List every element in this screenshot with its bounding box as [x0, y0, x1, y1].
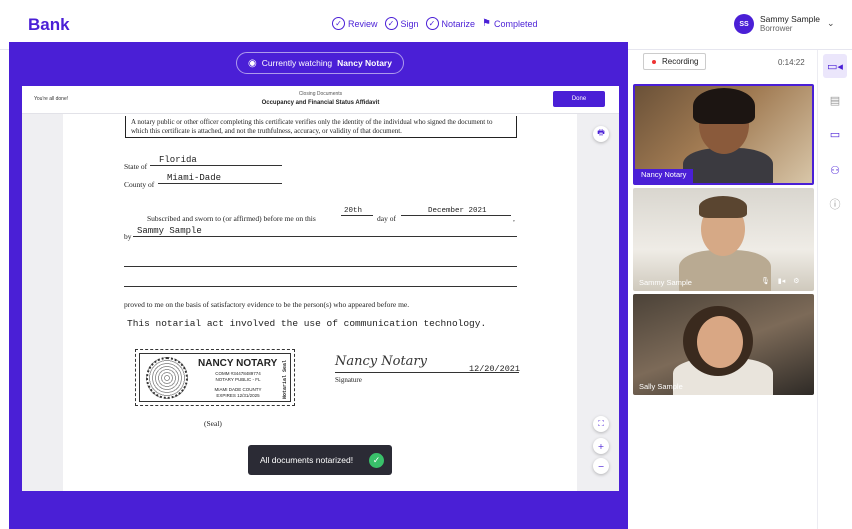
- recording-label: Recording: [662, 57, 699, 66]
- user-menu[interactable]: SS Sammy Sample Borrower: [734, 14, 820, 34]
- state-label: State of: [124, 162, 148, 171]
- info-icon[interactable]: ⓘ: [823, 192, 847, 216]
- signature-label: Signature: [335, 376, 362, 384]
- blank-line: [124, 286, 517, 287]
- step-notarize[interactable]: ✓ Notarize: [425, 17, 476, 30]
- self-video-controls: 🎙 ▮◂ ⚙: [761, 277, 800, 285]
- step-completed[interactable]: ⚑ Completed: [482, 18, 538, 29]
- eye-icon: ◉: [248, 57, 257, 69]
- seal-title: NOTARY PUBLIC - FL: [215, 377, 261, 382]
- notary-seal: NANCY NOTARY COMM #34478489774 NOTARY PU…: [135, 349, 295, 406]
- by-value: Sammy Sample: [133, 226, 517, 237]
- check-circle-icon: ✓: [425, 17, 439, 30]
- seal-expires: EXPIRES 12/31/2025: [216, 393, 260, 398]
- video-tile-sammy[interactable]: Sammy Sample 🎙 ▮◂ ⚙: [633, 188, 814, 291]
- print-icon[interactable]: 🖶: [593, 126, 609, 142]
- period-mark: ,: [513, 214, 515, 223]
- seal-comm: COMM #34478489774: [215, 371, 261, 376]
- video-tile-nancy[interactable]: Nancy Notary: [633, 84, 814, 185]
- document-title: Occupancy and Financial Status Affidavit: [261, 100, 380, 106]
- chevron-down-icon[interactable]: ⌄: [827, 18, 835, 29]
- document-frame: You're all done! Closing Documents Occup…: [22, 86, 619, 491]
- signature-image: Nancy Notary: [335, 354, 427, 369]
- progress-steps: ✓ Review ✓ Sign ✓ Notarize ⚑ Completed: [332, 17, 538, 30]
- check-circle-icon: ✓: [332, 17, 345, 30]
- step-label: Sign: [400, 18, 419, 29]
- step-label: Completed: [494, 18, 538, 29]
- microphone-icon[interactable]: 🎙: [761, 277, 770, 285]
- by-label: by: [124, 232, 132, 241]
- camera-icon[interactable]: ▮◂: [778, 277, 785, 285]
- flag-icon: ⚑: [482, 18, 492, 29]
- state-value: Florida: [150, 155, 282, 166]
- technology-statement: This notarial act involved the use of co…: [127, 318, 487, 329]
- seal-vertical-text: Notarial Seal: [282, 360, 288, 400]
- participant-body: [679, 250, 771, 291]
- video-camera-icon[interactable]: ▭◂: [823, 54, 847, 78]
- side-rail: ▭◂ ▤ ▭ ⚇ ⓘ: [817, 50, 852, 529]
- participant-hair: [693, 88, 755, 124]
- toast-message: All documents notarized!: [260, 455, 354, 465]
- zoom-out-icon[interactable]: −: [593, 458, 609, 474]
- zoom-in-icon[interactable]: +: [593, 438, 609, 454]
- step-label: Notarize: [441, 18, 476, 29]
- bank-logo: Bank: [28, 15, 70, 34]
- document-page: A notary public or other officer complet…: [63, 114, 577, 491]
- recording-indicator: Recording: [643, 53, 706, 70]
- seal-label: (Seal): [204, 419, 222, 428]
- video-tile-sally[interactable]: Sally Sample: [633, 294, 814, 395]
- record-dot-icon: [652, 59, 656, 64]
- done-button[interactable]: Done: [553, 91, 605, 107]
- participant-hair: [699, 196, 747, 218]
- participant-name: Sammy Sample: [639, 278, 692, 287]
- signature-date: 12/20/2021: [469, 364, 521, 374]
- fit-screen-icon[interactable]: ⛶: [593, 416, 609, 432]
- participants-icon[interactable]: ⚇: [823, 158, 847, 182]
- step-label: Review: [348, 18, 378, 29]
- watching-name: Nancy Notary: [337, 58, 392, 68]
- step-review[interactable]: ✓ Review: [332, 17, 378, 30]
- check-icon: ✓: [369, 453, 384, 468]
- state-seal-emblem: [146, 357, 188, 399]
- document-icon[interactable]: ▤: [823, 88, 847, 112]
- participant-name: Nancy Notary: [641, 170, 687, 179]
- participant-name: Sally Sample: [639, 382, 683, 391]
- gear-icon[interactable]: ⚙: [793, 277, 799, 285]
- user-role: Borrower: [760, 24, 793, 34]
- seal-county: MIAMI DADE COUNTY: [214, 387, 262, 392]
- sworn-text: Subscribed and sworn to (or affirmed) be…: [147, 214, 316, 223]
- recording-timer: 0:14:22: [778, 58, 805, 67]
- county-label: County of: [124, 180, 155, 189]
- toast-notification: All documents notarized! ✓: [248, 445, 392, 475]
- watching-prefix: Currently watching: [261, 58, 333, 68]
- watching-pill: ◉ Currently watching Nancy Notary: [236, 52, 404, 74]
- chat-icon[interactable]: ▭: [823, 122, 847, 146]
- proved-text: proved to me on the basis of satisfactor…: [124, 300, 410, 309]
- avatar: SS: [734, 14, 754, 34]
- participant-face: [697, 316, 743, 368]
- day-value: 20th: [341, 207, 373, 216]
- day-of-label: day of: [377, 214, 396, 223]
- check-circle-icon: ✓: [384, 17, 398, 30]
- county-value: Miami-Dade: [158, 173, 282, 184]
- month-year-value: December 2021: [401, 207, 511, 216]
- user-name: Sammy Sample: [760, 14, 820, 25]
- step-sign[interactable]: ✓ Sign: [384, 17, 419, 30]
- seal-notary-name: NANCY NOTARY: [198, 358, 278, 369]
- document-subtitle: Closing Documents: [298, 91, 343, 97]
- certificate-notice: A notary public or other officer complet…: [125, 116, 517, 138]
- video-panel: Recording 0:14:22 Nancy Notary Sammy Sam…: [631, 50, 817, 529]
- blank-line: [124, 266, 517, 267]
- document-header: You're all done! Closing Documents Occup…: [22, 86, 619, 114]
